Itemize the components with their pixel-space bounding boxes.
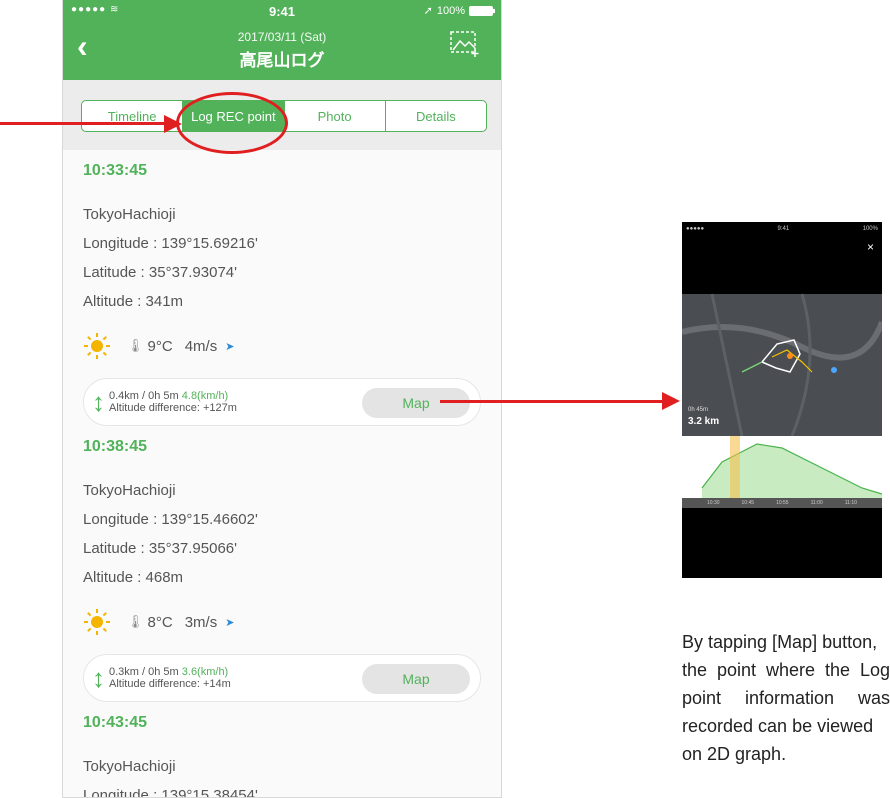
tab-photo[interactable]: Photo: [285, 101, 386, 131]
altitude-difference: Altitude difference: +14m: [109, 678, 231, 690]
thumbnail-duration: 0h 45m: [688, 407, 709, 413]
wind-direction-icon: ➤: [225, 616, 235, 629]
sun-icon: [84, 333, 110, 359]
entry-location: TokyoHachioji: [83, 482, 176, 499]
caption-line: By tapping [Map] button,: [682, 632, 878, 652]
movement-summary: ↕ 0.4km / 0h 5m 4.8(km/h) Altitude diffe…: [83, 378, 481, 426]
entry-time: 10:33:45: [83, 162, 148, 179]
tab-details[interactable]: Details: [386, 101, 486, 131]
map-screen-thumbnail: ●●●●● 9:41 100% × 0h 45m 3.2 km 10:30 10…: [682, 222, 882, 578]
caption-line: the point where the Log: [682, 660, 890, 680]
axis-tick: 10:45: [741, 500, 755, 506]
weather-row: 🌡︎ 9°C 4m/s ➤: [83, 322, 481, 370]
caption-text: By tapping [Map] button, the point where…: [682, 628, 890, 768]
thumbnail-time: 9:41: [777, 226, 790, 232]
entry-altitude: Altitude : 341m: [83, 293, 184, 310]
nav-bar: ‹ 2017/03/11 (Sat) 高尾山ログ: [63, 22, 501, 80]
speed: 4.8(km/h): [181, 390, 229, 402]
page-title: 高尾山ログ: [239, 51, 325, 70]
temperature: 9°C: [147, 337, 173, 355]
entry-longitude: Longitude : 139°15.46602': [83, 511, 258, 528]
elevation-arrow-icon: ↕: [92, 387, 105, 417]
entry-time: 10:43:45: [83, 714, 148, 731]
annotation-arrow-line: [0, 122, 166, 125]
entry-longitude: Longitude : 139°15.38454': [83, 787, 258, 798]
highlight-circle: [176, 92, 288, 154]
distance-time: 0.4km / 0h 5m: [109, 390, 179, 402]
elevation-arrow-icon: ↕: [92, 663, 105, 693]
thumbnail-distance: 3.2 km: [688, 416, 720, 427]
close-icon[interactable]: ×: [867, 240, 874, 254]
entry-latitude: Latitude : 35°37.95066': [83, 540, 237, 557]
annotation-arrowhead: [164, 115, 182, 133]
thermometer-icon: 🌡︎: [127, 338, 144, 353]
battery-icon: [469, 5, 495, 16]
movement-text: 0.3km / 0h 5m 3.6(km/h) Altitude differe…: [109, 666, 231, 690]
axis-tick: 11:10: [844, 500, 857, 506]
entry-location: TokyoHachioji: [83, 206, 176, 223]
battery-indicator: ➚ 100%: [423, 4, 495, 17]
entry-longitude: Longitude : 139°15.69216': [83, 235, 258, 252]
thermometer-icon: 🌡︎: [127, 614, 144, 629]
temperature: 8°C: [147, 613, 173, 631]
axis-tick: 10:30: [707, 500, 720, 506]
speed: 3.6(km/h): [181, 666, 229, 678]
battery-percent: 100%: [436, 4, 465, 17]
annotation-arrowhead: [662, 392, 680, 410]
sun-icon: [84, 609, 110, 635]
entry-altitude: Altitude : 468m: [83, 569, 184, 586]
map-button[interactable]: Map: [362, 664, 470, 694]
thumbnail-time-axis: 10:30 10:45 10:55 11:00 11:10: [682, 498, 882, 508]
weather-row: 🌡︎ 8°C 3m/s ➤: [83, 598, 481, 646]
altitude-difference: Altitude difference: +127m: [109, 402, 237, 414]
status-bar: ●●●●● ≋ 9:41 ➚ 100%: [63, 0, 501, 22]
page: ●●●●● ≋ 9:41 ➚ 100% ‹ 2017/03/11 (Sat) 高…: [0, 0, 890, 798]
wind-direction-icon: ➤: [225, 340, 235, 353]
thumbnail-signal-icon: ●●●●●: [686, 226, 705, 232]
thumbnail-status-bar: ●●●●● 9:41 100%: [686, 226, 878, 232]
axis-tick: 11:00: [810, 500, 823, 506]
map-preview-graphic: [682, 293, 882, 578]
annotation-arrow-line: [440, 400, 664, 403]
thumbnail-battery: 100%: [862, 226, 878, 232]
entry-latitude: Latitude : 35°37.93074': [83, 264, 237, 281]
map-image-icon[interactable]: [449, 30, 481, 58]
distance-line: 0.4km / 0h 5m 4.8(km/h): [109, 390, 237, 402]
log-point-list: 10:33:45 TokyoHachioji Longitude : 139°1…: [63, 162, 501, 798]
caption-line: recorded can be viewed: [682, 716, 874, 736]
wind-speed: 4m/s: [184, 337, 218, 355]
distance-time: 0.3km / 0h 5m: [109, 666, 179, 678]
top-bar: ●●●●● ≋ 9:41 ➚ 100% ‹ 2017/03/11 (Sat) 高…: [63, 0, 501, 80]
entry-time: 10:38:45: [83, 438, 148, 455]
wind-speed: 3m/s: [184, 613, 218, 631]
entry-location: TokyoHachioji: [83, 758, 176, 775]
movement-summary: ↕ 0.3km / 0h 5m 3.6(km/h) Altitude diffe…: [83, 654, 481, 702]
caption-line: point information was: [682, 688, 890, 708]
axis-tick: 10:55: [776, 500, 789, 506]
caption-line: on 2D graph.: [682, 744, 787, 764]
map-button[interactable]: Map: [362, 388, 470, 418]
log-date: 2017/03/11 (Sat): [237, 30, 327, 44]
location-icon: ➚: [423, 5, 433, 17]
movement-text: 0.4km / 0h 5m 4.8(km/h) Altitude differe…: [109, 390, 237, 414]
distance-line: 0.3km / 0h 5m 3.6(km/h): [109, 666, 231, 678]
